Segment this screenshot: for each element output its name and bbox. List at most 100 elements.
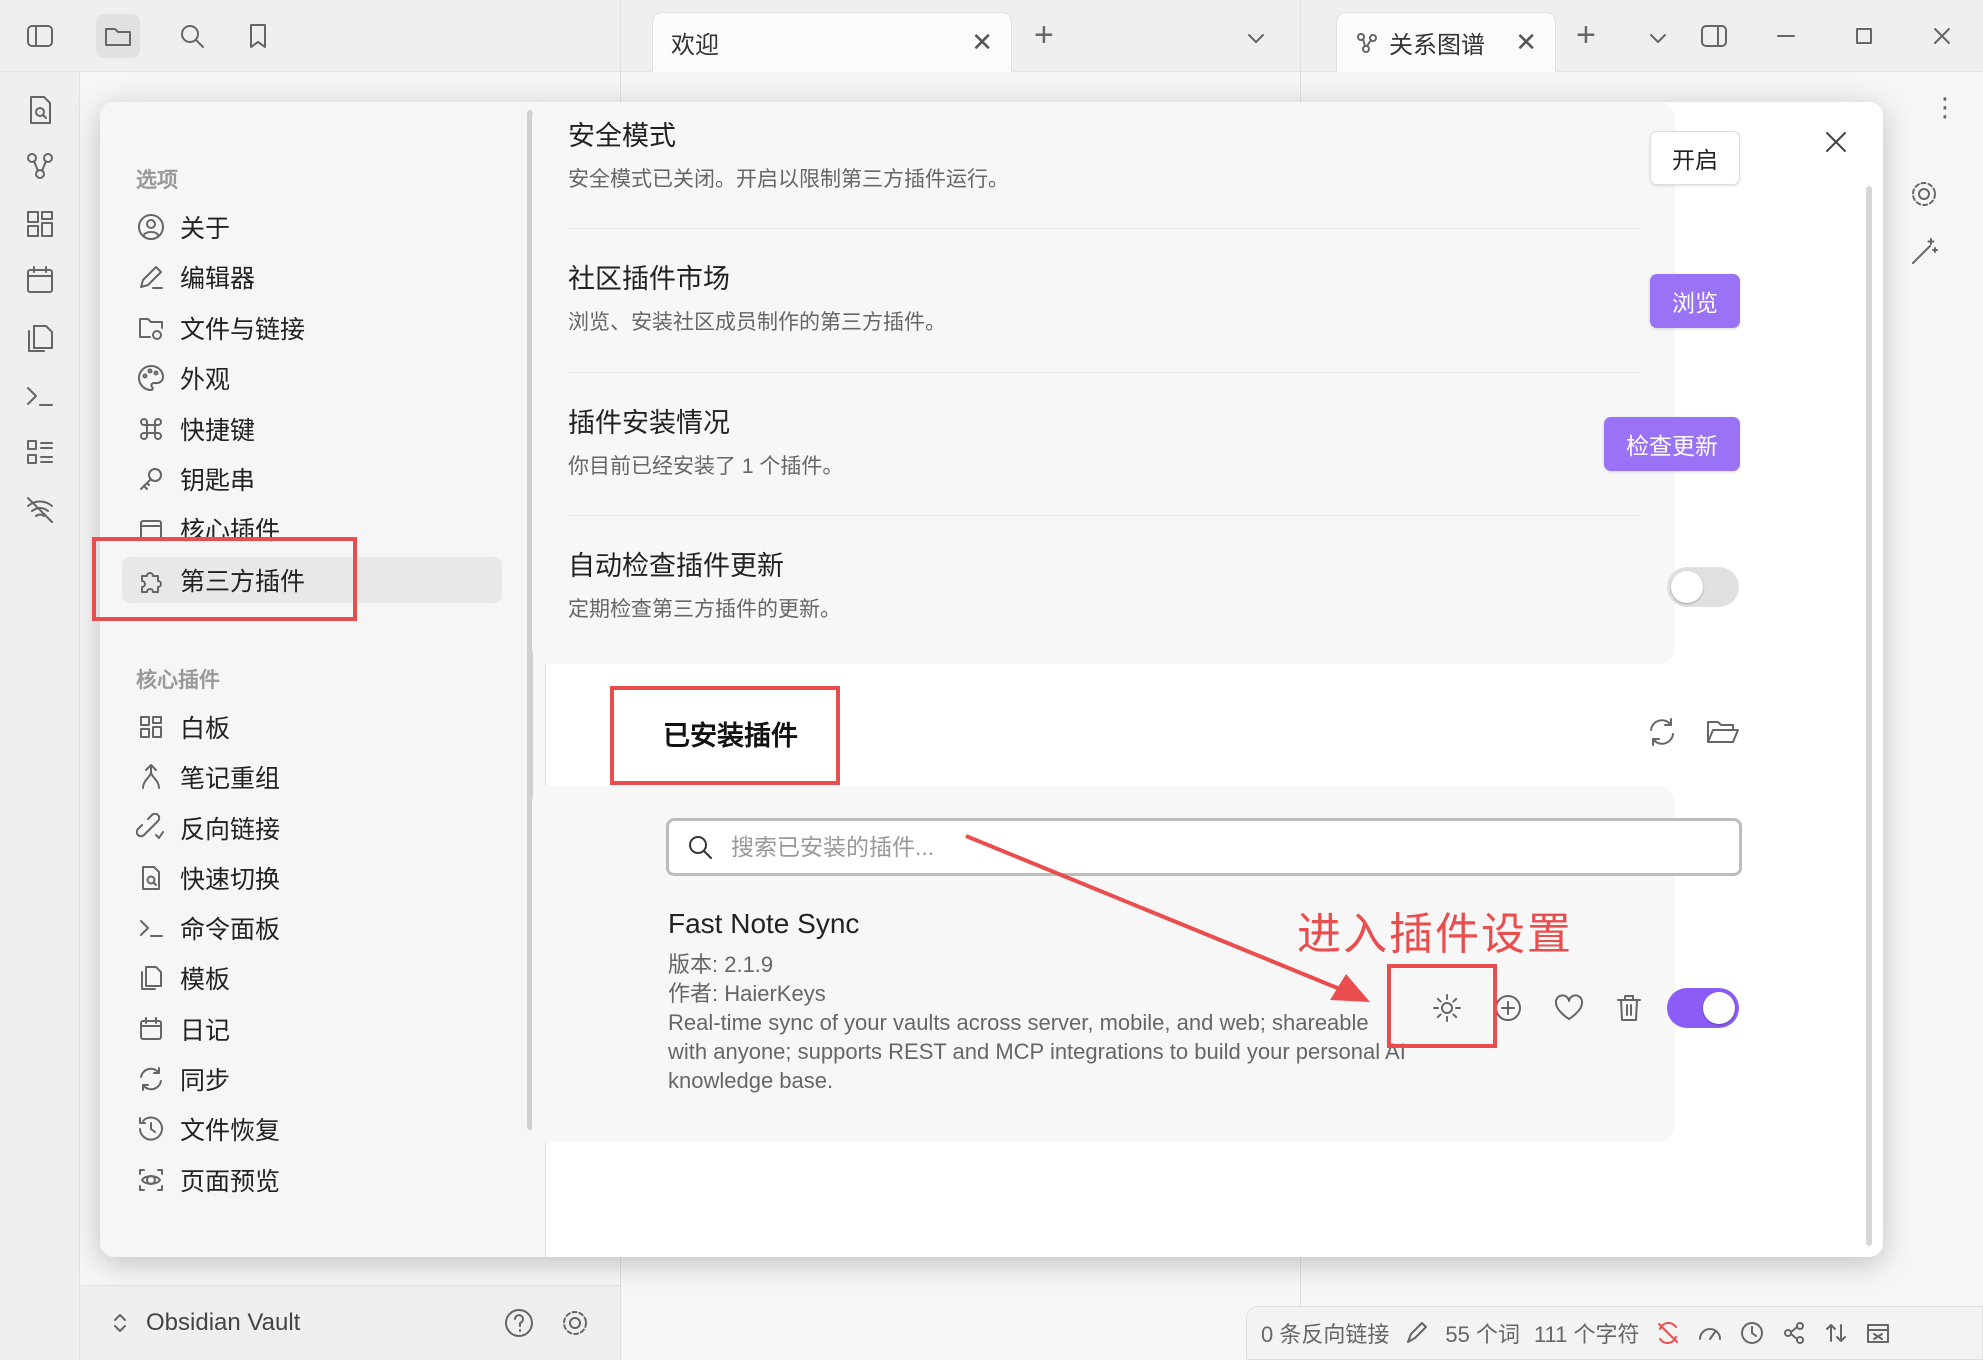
merge-icon: [142, 764, 160, 789]
sidebar-item-command-palette[interactable]: 命令面板: [122, 905, 502, 951]
plugin-enable-toggle[interactable]: [1667, 988, 1739, 1028]
right-sidebar-toggle-icon[interactable]: [1698, 20, 1730, 52]
sidebar-item-page-preview[interactable]: 页面预览: [122, 1157, 502, 1203]
section-title-options: 选项: [136, 169, 178, 192]
setting-description: 你目前已经安装了 1 个插件。: [568, 455, 844, 478]
calendar-icon[interactable]: [22, 262, 58, 298]
check-updates-button[interactable]: 检查更新: [1604, 417, 1740, 471]
edit-icon[interactable]: [1403, 1319, 1431, 1347]
reload-icon[interactable]: [1644, 714, 1680, 750]
palette-icon: [138, 365, 164, 391]
more-options-icon[interactable]: ⋮: [1932, 92, 1958, 123]
sidebar-item-quick-switcher[interactable]: 快速切换: [122, 855, 502, 901]
terminal-icon: [140, 920, 163, 937]
sync-off-icon[interactable]: [1654, 1319, 1682, 1347]
safe-mode-button[interactable]: 开启: [1650, 131, 1740, 185]
sidebar-item-label: 钥匙串: [180, 467, 256, 495]
setting-row-auto-update: 自动检查插件更新 定期检查第三方插件的更新。: [568, 544, 1639, 623]
sidebar-item-label: 文件与链接: [180, 316, 306, 344]
gear-icon[interactable]: [1906, 176, 1942, 212]
sidebar-item-note-composer[interactable]: 笔记重组: [122, 754, 502, 800]
settings-gear-icon[interactable]: [558, 1306, 592, 1340]
terminal-icon[interactable]: [22, 378, 58, 414]
quick-switch-icon[interactable]: [22, 92, 58, 128]
sidebar-item-appearance[interactable]: 外观: [122, 355, 502, 401]
sidebar-item-keychain[interactable]: 钥匙串: [122, 456, 502, 502]
share-icon[interactable]: [1780, 1319, 1808, 1347]
top-bar: 欢迎 ✕ + 关系图谱 ✕ +: [0, 0, 1983, 72]
sidebar-item-templates[interactable]: 模板: [122, 955, 502, 1001]
sidebar-item-hotkeys[interactable]: 快捷键: [122, 406, 502, 452]
auto-update-toggle[interactable]: [1667, 567, 1739, 607]
sidebar-item-editor[interactable]: 编辑器: [122, 254, 502, 300]
heart-icon[interactable]: [1551, 990, 1587, 1026]
new-tab-button[interactable]: +: [1576, 16, 1596, 55]
chevron-down-icon[interactable]: [1244, 26, 1268, 50]
open-folder-icon[interactable]: [1704, 714, 1740, 750]
wifi-off-icon[interactable]: [22, 492, 58, 528]
chevron-updown-icon: [114, 1314, 126, 1332]
search-icon: [689, 836, 712, 859]
sidebar-item-file-recovery[interactable]: 文件恢复: [122, 1106, 502, 1152]
minimize-icon[interactable]: [1772, 22, 1800, 50]
archive-icon[interactable]: [1864, 1319, 1892, 1347]
help-icon[interactable]: [502, 1306, 536, 1340]
annotation-arrow-icon: [965, 834, 1370, 1002]
template-icon[interactable]: [22, 320, 58, 356]
sidebar-item-label: 笔记重组: [180, 765, 281, 793]
maximize-icon[interactable]: [1850, 22, 1878, 50]
list-icon[interactable]: [22, 434, 58, 470]
window-close-icon[interactable]: [1928, 22, 1956, 50]
canvas-icon[interactable]: [22, 206, 58, 242]
sidebar-item-label: 快速切换: [180, 866, 281, 894]
sidebar-item-label: 编辑器: [180, 265, 256, 293]
gauge-icon[interactable]: [1696, 1319, 1724, 1347]
setting-row-safe-mode: 安全模式 安全模式已关闭。开启以限制第三方插件运行。: [568, 114, 1639, 193]
sidebar-item-backlinks[interactable]: 反向链接: [122, 805, 502, 851]
browse-button[interactable]: 浏览: [1650, 274, 1740, 328]
trash-icon[interactable]: [1611, 990, 1647, 1026]
content-scrollbar[interactable]: [1866, 186, 1872, 1246]
sidebar-item-label: 快捷键: [180, 417, 256, 445]
sidebar-item-files-links[interactable]: 文件与链接: [122, 305, 502, 351]
sidebar-item-label: 关于: [180, 215, 231, 243]
history-icon[interactable]: [1738, 1319, 1766, 1347]
sidebar-item-canvas[interactable]: 白板: [122, 704, 502, 750]
sidebar-item-label: 同步: [180, 1067, 231, 1095]
setting-title: 安全模式: [568, 121, 676, 151]
close-icon[interactable]: ✕: [971, 27, 993, 58]
sidebar-item-label: 反向链接: [180, 816, 281, 844]
section-title-core-plugins: 核心插件: [136, 669, 220, 692]
setting-row-community-browse: 社区插件市场 浏览、安装社区成员制作的第三方插件。: [568, 257, 1639, 336]
sidebar-item-label: 文件恢复: [180, 1117, 281, 1145]
divider: [568, 515, 1639, 516]
annotation-box-installed-heading: [610, 686, 840, 785]
file-search-icon: [142, 866, 160, 890]
pencil-icon: [140, 266, 163, 289]
graph-icon[interactable]: [22, 148, 58, 184]
magic-wand-icon[interactable]: [1906, 234, 1942, 270]
sidebar-item-daily-notes[interactable]: 日记: [122, 1006, 502, 1052]
tab-welcome[interactable]: 欢迎 ✕: [652, 12, 1012, 72]
backlinks-count[interactable]: 0 条反向链接: [1261, 1317, 1389, 1349]
sidebar-item-sync[interactable]: 同步: [122, 1056, 502, 1102]
tab-label: 关系图谱: [1389, 32, 1485, 59]
sync-icon: [140, 1067, 162, 1091]
sidebar-toggle-icon[interactable]: [18, 14, 62, 58]
search-icon[interactable]: [170, 14, 214, 58]
sort-icon[interactable]: [1822, 1319, 1850, 1347]
sidebar-item-label: 模板: [180, 966, 231, 994]
sidebar-item-about[interactable]: 关于: [122, 204, 502, 250]
vault-switcher[interactable]: Obsidian Vault: [80, 1285, 620, 1360]
bookmark-icon[interactable]: [236, 14, 280, 58]
new-tab-button[interactable]: +: [1034, 16, 1054, 55]
user-circle-icon: [138, 214, 164, 240]
tab-label: 欢迎: [671, 32, 719, 59]
file-explorer-icon[interactable]: [96, 14, 140, 58]
chevron-down-icon[interactable]: [1646, 26, 1670, 50]
word-count: 55 个词: [1445, 1322, 1520, 1347]
close-icon[interactable]: [1818, 124, 1854, 160]
tab-graph[interactable]: 关系图谱 ✕: [1336, 12, 1556, 72]
setting-title: 插件安装情况: [568, 408, 730, 438]
close-icon[interactable]: ✕: [1515, 27, 1537, 58]
